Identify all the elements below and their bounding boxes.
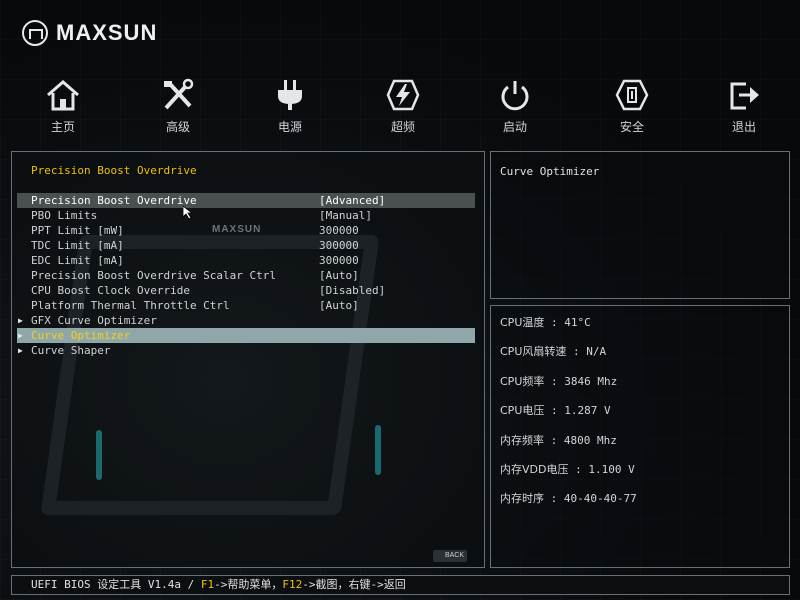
submenu-curve-shaper[interactable]: ▶ Curve Shaper xyxy=(17,343,475,358)
info-mem-timing: 内存时序 : 40-40-40-77 xyxy=(500,492,637,505)
power-plug-icon xyxy=(278,80,302,110)
background-decoration xyxy=(96,430,102,480)
submenu-arrow-icon: ▶ xyxy=(18,346,23,355)
setting-label: TDC Limit [mA] xyxy=(31,239,124,252)
help-panel: Curve Optimizer xyxy=(490,151,790,299)
status-text: ->截图，右键->返回 xyxy=(302,578,406,591)
info-cpu-voltage: CPU电压 : 1.287 V xyxy=(500,404,611,417)
mouse-cursor-icon xyxy=(183,206,193,220)
top-navigation: 主页 高级 电源 超频 启动 安全 退出 xyxy=(0,78,800,144)
nav-label: 启动 xyxy=(502,120,527,134)
settings-list: Precision Boost Overdrive [Advanced] PBO… xyxy=(17,193,475,358)
status-bar: UEFI BIOS 设定工具 V1.4a / F1->帮助菜单，F12->截图，… xyxy=(11,575,790,595)
setting-pbo-mode[interactable]: Precision Boost Overdrive [Advanced] xyxy=(17,193,475,208)
section-title: Precision Boost Overdrive xyxy=(31,164,197,177)
setting-value[interactable]: 300000 xyxy=(319,253,359,268)
maxsun-logo-icon xyxy=(22,20,48,46)
setting-value[interactable]: 300000 xyxy=(319,238,359,253)
nav-item-exit[interactable]: 退出 xyxy=(704,78,784,135)
submenu-arrow-icon: ▶ xyxy=(18,331,23,340)
setting-pbo-scalar[interactable]: Precision Boost Overdrive Scalar Ctrl [A… xyxy=(17,268,475,283)
power-button-icon xyxy=(501,81,529,111)
setting-value[interactable]: [Manual] xyxy=(319,208,372,223)
setting-label: GFX Curve Optimizer xyxy=(31,314,157,327)
setting-label: Precision Boost Overdrive xyxy=(31,194,197,207)
setting-edc-limit[interactable]: EDC Limit [mA] 300000 xyxy=(17,253,475,268)
setting-value[interactable]: 300000 xyxy=(319,223,359,238)
info-cpu-fan: CPU风扇转速 : N/A xyxy=(500,345,607,358)
home-icon xyxy=(47,80,79,111)
setting-label: Platform Thermal Throttle Ctrl xyxy=(31,299,230,312)
setting-label: Curve Optimizer xyxy=(31,329,131,342)
shield-icon xyxy=(615,79,649,111)
lightning-icon xyxy=(386,79,420,111)
setting-value[interactable]: [Auto] xyxy=(319,268,359,283)
nav-item-boot[interactable]: 启动 xyxy=(475,78,555,135)
setting-pbo-limits[interactable]: PBO Limits [Manual] xyxy=(17,208,475,223)
setting-value[interactable]: [Auto] xyxy=(319,298,359,313)
info-cpu-freq: CPU频率 : 3846 Mhz xyxy=(500,375,618,388)
setting-ppt-limit[interactable]: PPT Limit [mW] 300000 xyxy=(17,223,475,238)
nav-label: 电源 xyxy=(277,120,302,134)
nav-label: 超频 xyxy=(390,120,415,134)
submenu-gfx-curve-optimizer[interactable]: ▶ GFX Curve Optimizer xyxy=(17,313,475,328)
help-text: Curve Optimizer xyxy=(500,165,600,178)
brand-logo: MAXSUN xyxy=(22,18,157,48)
info-cpu-temp: CPU温度 : 41°C xyxy=(500,316,591,329)
background-decoration xyxy=(375,425,381,475)
f1-key: F1 xyxy=(200,578,215,591)
nav-item-overclock[interactable]: 超频 xyxy=(363,78,443,135)
nav-label: 高级 xyxy=(165,120,190,134)
setting-boost-clock-override[interactable]: CPU Boost Clock Override [Disabled] xyxy=(17,283,475,298)
exit-icon xyxy=(730,82,759,110)
info-mem-vdd: 内存VDD电压 : 1.100 V xyxy=(500,463,635,476)
setting-value[interactable]: [Disabled] xyxy=(319,283,385,298)
back-label: BACK xyxy=(444,552,464,559)
nav-label: 安全 xyxy=(619,120,644,134)
submenu-arrow-icon: ▶ xyxy=(18,316,23,325)
setting-label: CPU Boost Clock Override xyxy=(31,284,190,297)
nav-item-advanced[interactable]: 高级 xyxy=(138,78,218,135)
setting-label: Curve Shaper xyxy=(31,344,111,357)
nav-item-security[interactable]: 安全 xyxy=(592,78,672,135)
status-text: ->帮助菜单， xyxy=(214,578,283,591)
nav-label: 退出 xyxy=(731,120,756,134)
tools-icon xyxy=(164,78,194,110)
brand-name: MAXSUN xyxy=(56,20,158,45)
nav-item-home[interactable]: 主页 xyxy=(23,78,103,135)
submenu-curve-optimizer[interactable]: ▶ Curve Optimizer xyxy=(17,328,475,343)
setting-label: Precision Boost Overdrive Scalar Ctrl xyxy=(31,269,277,282)
nav-label: 主页 xyxy=(50,120,75,134)
f12-key: F12 xyxy=(282,578,303,591)
system-info-panel: CPU温度 : 41°C CPU风扇转速 : N/A CPU频率 : 3846 … xyxy=(490,305,790,568)
setting-thermal-throttle[interactable]: Platform Thermal Throttle Ctrl [Auto] xyxy=(17,298,475,313)
setting-label: PPT Limit [mW] xyxy=(31,224,124,237)
setting-label: EDC Limit [mA] xyxy=(31,254,124,267)
back-button[interactable]: BACK xyxy=(433,550,467,562)
nav-item-power[interactable]: 电源 xyxy=(250,78,330,135)
setting-label: PBO Limits xyxy=(31,209,98,222)
setting-value[interactable]: [Advanced] xyxy=(319,193,385,208)
setting-tdc-limit[interactable]: TDC Limit [mA] 300000 xyxy=(17,238,475,253)
info-mem-freq: 内存频率 : 4800 Mhz xyxy=(500,434,617,447)
status-text: UEFI BIOS 设定工具 V1.4a / xyxy=(31,578,201,591)
